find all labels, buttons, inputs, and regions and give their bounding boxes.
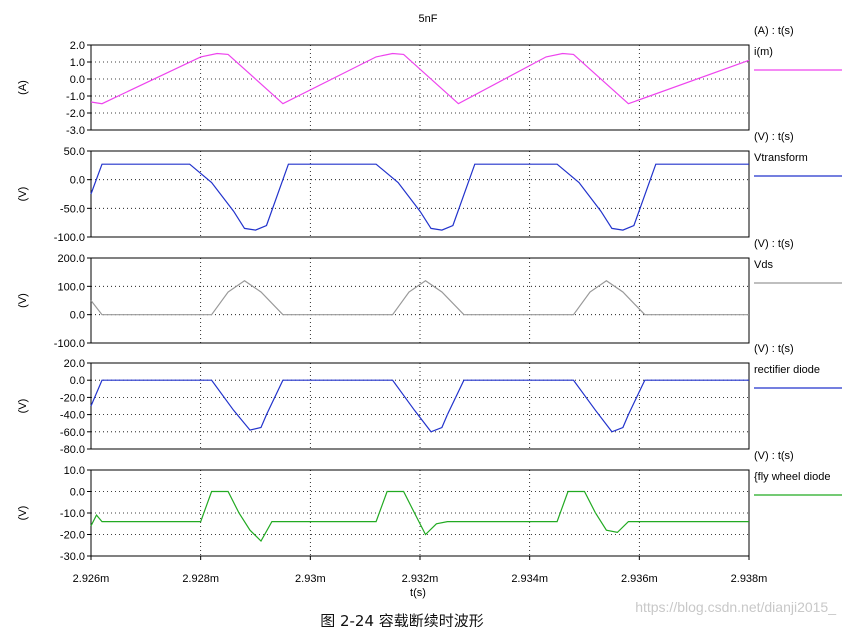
y-axis-label: (V) bbox=[17, 399, 29, 414]
legend-series-name: Vtransform bbox=[754, 152, 808, 164]
legend-series-name: i(m) bbox=[754, 46, 773, 58]
legend: (V) : t(s) Vtransform bbox=[754, 131, 842, 177]
x-tick-label: 2.934m bbox=[511, 573, 548, 585]
y-tick-label: -60.0 bbox=[60, 427, 85, 439]
legend: (V) : t(s) Vds bbox=[754, 238, 842, 284]
y-axis-label: (A) bbox=[17, 80, 29, 95]
y-tick-label: 2.0 bbox=[70, 40, 85, 52]
y-tick-label: -20.0 bbox=[60, 530, 85, 542]
y-tick-label: -100.0 bbox=[54, 232, 85, 244]
chart-panel: 10.0 0.0 -10.0 -20.0 -30.0 (V) (V) : t(s) {fly … bbox=[17, 450, 842, 563]
legend-axis-unit: (V) : t(s) bbox=[754, 131, 794, 143]
y-tick-label: -80.0 bbox=[60, 444, 85, 456]
figure-title: 5nF bbox=[419, 13, 438, 25]
y-tick-label: -20.0 bbox=[60, 392, 85, 404]
y-tick-label: 100.0 bbox=[57, 281, 85, 293]
y-axis-label: (V) bbox=[17, 187, 29, 202]
watermark: https://blog.csdn.net/dianji2015_ bbox=[635, 599, 836, 615]
legend-axis-unit: (V) : t(s) bbox=[754, 238, 794, 250]
legend-axis-unit: (V) : t(s) bbox=[754, 343, 794, 355]
legend-series-name: {fly wheel diode bbox=[754, 471, 830, 483]
y-tick-label: -50.0 bbox=[60, 203, 85, 215]
y-tick-label: 50.0 bbox=[64, 146, 85, 158]
x-tick-label: 2.926m bbox=[73, 573, 110, 585]
y-tick-label: 20.0 bbox=[64, 358, 85, 370]
y-tick-label: 0.0 bbox=[70, 74, 85, 86]
chart-panel: 2.0 1.0 0.0 -1.0 -2.0 -3.0 (A) (A) : t(s) i(m) bbox=[17, 25, 842, 137]
y-tick-label: -30.0 bbox=[60, 551, 85, 563]
x-tick-label: 2.936m bbox=[621, 573, 658, 585]
x-axis-label: t(s) bbox=[410, 587, 426, 599]
legend-axis-unit: (A) : t(s) bbox=[754, 25, 794, 37]
legend: (A) : t(s) i(m) bbox=[754, 25, 842, 71]
legend: (V) : t(s) rectifier diode bbox=[754, 343, 842, 389]
y-tick-label: 10.0 bbox=[64, 465, 85, 477]
y-tick-label: -2.0 bbox=[66, 108, 85, 120]
y-tick-label: 0.0 bbox=[70, 175, 85, 187]
waveform-figure: 5nF 2.0 1.0 0.0 -1.0 -2.0 -3.0 (A) (A) : t(s) i(… bbox=[17, 13, 842, 627]
chart-panel: 50.0 0.0 -50.0 -100.0 (V) (V) : t(s) Vtransfor… bbox=[17, 131, 842, 244]
y-tick-label: -100.0 bbox=[54, 338, 85, 350]
y-tick-label: 1.0 bbox=[70, 57, 85, 69]
chart-panel: 200.0 100.0 0.0 -100.0 (V) (V) : t(s) Vds bbox=[17, 238, 842, 350]
y-tick-label: -1.0 bbox=[66, 91, 85, 103]
x-tick-label: 2.938m bbox=[731, 573, 768, 585]
y-axis-label: (V) bbox=[17, 506, 29, 521]
x-axis: 2.926m 2.928m 2.93m 2.932m 2.934m 2.936m 2.938… bbox=[73, 556, 768, 585]
y-axis-label: (V) bbox=[17, 293, 29, 308]
y-tick-label: -40.0 bbox=[60, 410, 85, 422]
legend: (V) : t(s) {fly wheel diode bbox=[754, 450, 842, 496]
y-tick-label: -10.0 bbox=[60, 508, 85, 520]
y-tick-label: -3.0 bbox=[66, 125, 85, 137]
legend-series-name: Vds bbox=[754, 259, 773, 271]
chart-panel: 20.0 0.0 -20.0 -40.0 -60.0 -80.0 (V) (V) : t(s)… bbox=[17, 343, 842, 456]
x-tick-label: 2.93m bbox=[295, 573, 326, 585]
legend-axis-unit: (V) : t(s) bbox=[754, 450, 794, 462]
legend-series-name: rectifier diode bbox=[754, 364, 820, 376]
y-tick-label: 200.0 bbox=[57, 253, 85, 265]
y-tick-label: 0.0 bbox=[70, 310, 85, 322]
x-tick-label: 2.932m bbox=[402, 573, 439, 585]
chart-panels: 2.0 1.0 0.0 -1.0 -2.0 -3.0 (A) (A) : t(s) i(m) 50… bbox=[17, 25, 842, 563]
y-tick-label: 0.0 bbox=[70, 375, 85, 387]
x-tick-label: 2.928m bbox=[182, 573, 219, 585]
y-tick-label: 0.0 bbox=[70, 487, 85, 499]
figure-caption: 图 2-24 容载断续时波形 bbox=[320, 612, 484, 627]
